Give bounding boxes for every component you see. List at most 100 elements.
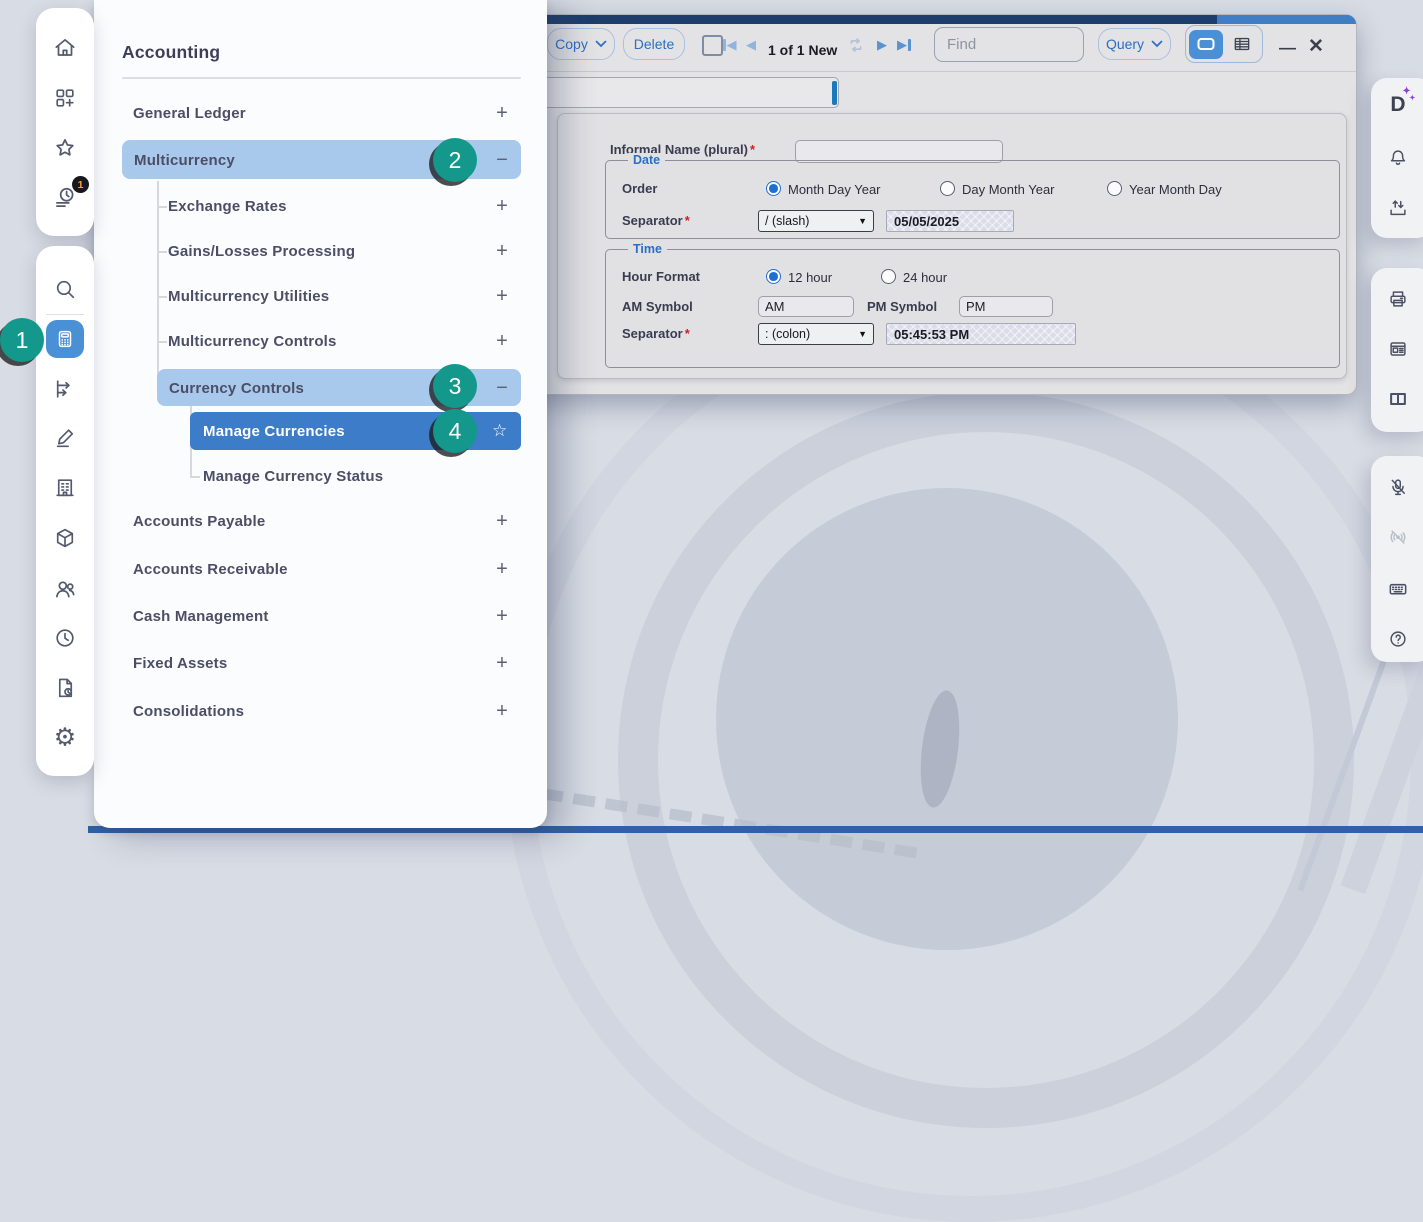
close-button[interactable]: ✕ (1308, 37, 1324, 56)
expand-icon[interactable]: + (489, 283, 515, 309)
order-month-day-year-label: Month Day Year (788, 182, 881, 197)
print-icon[interactable] (1387, 288, 1409, 310)
am-symbol-input[interactable]: AM (758, 296, 854, 317)
time-preview-field: 05:45:53 PM (886, 323, 1076, 345)
hour-12-radio[interactable] (766, 269, 781, 284)
form-designer-icon[interactable] (1387, 338, 1409, 360)
date-preview-field: 05/05/2025 (886, 210, 1014, 232)
menu-title-divider (122, 77, 521, 79)
search-icon[interactable] (53, 277, 78, 302)
settings-gear-icon[interactable]: ⚙ (54, 726, 76, 751)
hour-24-radio[interactable] (881, 269, 896, 284)
menu-item-gains-losses-processing[interactable]: Gains/Losses Processing (168, 238, 355, 264)
notification-count-badge: 1 (72, 176, 89, 193)
tree-line (157, 296, 167, 298)
minimize-button[interactable]: — (1279, 39, 1296, 56)
keyboard-icon[interactable] (1387, 578, 1410, 601)
time-group: Time Hour Format 12 hour 24 hour AM Symb… (605, 249, 1340, 368)
watermark-outer-ring (505, 290, 1423, 1222)
time-separator-select[interactable]: : (colon) ▼ (758, 323, 874, 345)
menu-item-accounts-payable[interactable]: Accounts Payable (133, 508, 265, 534)
hour-12-label: 12 hour (788, 270, 832, 285)
menu-item-exchange-rates[interactable]: Exchange Rates (168, 193, 287, 219)
order-day-month-year-radio[interactable] (940, 181, 955, 196)
notifications-bell-icon[interactable] (1387, 147, 1409, 169)
people-icon[interactable] (52, 576, 78, 602)
order-month-day-year-radio[interactable] (766, 181, 781, 196)
accounting-flyout-menu: Accounting General Ledger + Multicurrenc… (94, 0, 547, 828)
currency-code-input[interactable] (527, 77, 839, 108)
expand-icon[interactable]: + (489, 328, 515, 354)
menu-item-manage-currency-status[interactable]: Manage Currency Status (203, 463, 383, 489)
signature-pen-icon[interactable] (53, 426, 78, 451)
chevron-down-icon (1151, 40, 1163, 48)
previous-record-icon[interactable]: ◀ (746, 38, 756, 51)
microphone-muted-icon[interactable] (1387, 476, 1409, 498)
next-record-icon[interactable]: ▶ (877, 38, 887, 51)
tree-line (190, 476, 200, 478)
expand-icon[interactable]: + (489, 556, 515, 582)
window-titlebar-progress (527, 15, 1217, 24)
voice-output-muted-icon[interactable] (1387, 526, 1409, 548)
favorites-star-icon[interactable] (52, 135, 78, 161)
table-view-button[interactable] (1225, 30, 1259, 59)
last-record-icon[interactable]: ▶ (897, 38, 911, 51)
menu-title: Accounting (122, 42, 220, 63)
copy-button[interactable]: Copy (547, 28, 615, 60)
expand-icon[interactable]: + (489, 193, 515, 219)
menu-item-accounts-receivable[interactable]: Accounts Receivable (133, 556, 288, 582)
import-export-tray-icon[interactable] (1387, 197, 1409, 219)
expand-icon[interactable]: + (489, 238, 515, 264)
menu-item-multicurrency-controls[interactable]: Multicurrency Controls (168, 328, 337, 354)
expand-icon[interactable]: + (489, 603, 515, 629)
expand-icon[interactable]: + (489, 698, 515, 724)
order-year-month-day-label: Year Month Day (1129, 182, 1222, 197)
process-flow-icon[interactable] (53, 377, 78, 402)
menu-item-fixed-assets[interactable]: Fixed Assets (133, 650, 227, 676)
favorite-star-icon[interactable]: ☆ (492, 421, 507, 441)
pm-symbol-input[interactable]: PM (959, 296, 1053, 317)
time-clock-icon[interactable] (53, 626, 78, 651)
accounting-calculator-icon[interactable] (46, 320, 84, 358)
menu-item-multicurrency-utilities[interactable]: Multicurrency Utilities (168, 283, 329, 309)
find-input[interactable] (934, 27, 1084, 62)
menu-item-cash-management[interactable]: Cash Management (133, 603, 269, 629)
select-record-checkbox[interactable] (702, 35, 723, 56)
home-icon[interactable] (52, 35, 78, 61)
order-label: Order (622, 181, 657, 196)
menu-item-general-ledger[interactable]: General Ledger (133, 100, 246, 126)
order-year-month-day-radio[interactable] (1107, 181, 1122, 196)
split-columns-icon[interactable] (1387, 388, 1409, 410)
date-separator-select[interactable]: / (slash) ▼ (758, 210, 874, 232)
select-arrow-icon: ▼ (858, 329, 867, 339)
company-building-icon[interactable] (53, 476, 78, 501)
expand-icon[interactable]: + (489, 650, 515, 676)
form-view-button[interactable] (1189, 30, 1223, 59)
time-group-legend: Time (628, 242, 667, 256)
left-rail-bottom-card: ⚙ (36, 246, 94, 776)
rail-divider (46, 314, 84, 315)
menu-item-multicurrency-label: Multicurrency (134, 147, 235, 173)
document-history-icon[interactable] (53, 676, 78, 701)
menu-item-consolidations[interactable]: Consolidations (133, 698, 244, 724)
step-badge-2: 2 (433, 138, 477, 182)
expand-icon[interactable]: + (489, 100, 515, 126)
dela-assistant-icon[interactable]: D ✦ ✦ (1390, 93, 1405, 117)
apps-grid-icon[interactable] (53, 86, 78, 111)
expand-icon[interactable]: + (489, 508, 515, 534)
query-button[interactable]: Query (1098, 28, 1171, 60)
inventory-cube-icon[interactable] (53, 526, 78, 551)
first-record-icon[interactable]: ◀ (723, 38, 737, 51)
am-symbol-label: AM Symbol (622, 299, 693, 314)
collapse-icon[interactable]: − (489, 375, 515, 401)
date-group: Date Order Month Day Year Day Month Year… (605, 160, 1340, 239)
hour-format-label: Hour Format (622, 269, 700, 284)
help-icon[interactable] (1387, 628, 1409, 650)
right-rail-middle-card (1371, 268, 1423, 432)
delete-button[interactable]: Delete (623, 28, 685, 60)
collapse-icon[interactable]: − (489, 147, 515, 173)
date-separator-label: Separator* (622, 213, 690, 228)
refresh-sync-icon[interactable] (845, 35, 867, 57)
watermark-dashed-line (540, 788, 917, 858)
delete-button-label: Delete (634, 36, 674, 52)
